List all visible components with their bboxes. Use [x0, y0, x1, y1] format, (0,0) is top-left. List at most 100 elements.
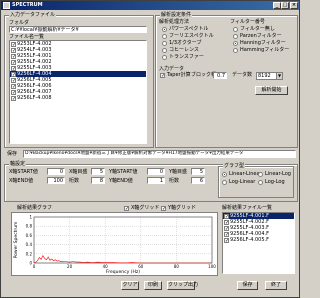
print-button[interactable]: 印刷: [144, 281, 162, 290]
y-tick-label: 0.2: [26, 251, 33, 256]
file-name: 9256LF-4.008: [17, 95, 52, 101]
x-grid-checkbox[interactable]: ✓: [124, 206, 129, 212]
y-tick-label: 0.4: [26, 242, 33, 247]
y-tick-label: 0.6: [26, 233, 33, 238]
input-file-group: 入力データファイル フォルダ C:¥¥local¥振動解析¥データ¥ ファイル名…: [4, 12, 154, 148]
method-radio[interactable]: [162, 26, 167, 32]
method-option-label: フーリエスペクトル: [169, 33, 214, 39]
file-checkbox[interactable]: ✓: [11, 53, 16, 59]
y-end-input[interactable]: 1: [147, 177, 165, 184]
method-label: 解析処理方法: [159, 19, 190, 25]
x-grid-label: X軸グリッド: [131, 205, 160, 211]
result-file-checkbox[interactable]: ✓: [224, 225, 229, 231]
y-div-input[interactable]: 5: [191, 168, 205, 175]
y-start-label: Y軸START値: [109, 169, 138, 175]
save-path-input[interactable]: D:¥Backup¥Ikeno¥docs¥地盤¥新宿三丁目¥修正版¥解析対象デー…: [23, 150, 296, 158]
x-start-input[interactable]: 0: [47, 168, 65, 175]
filter-radio[interactable]: [233, 40, 238, 46]
result-file-item[interactable]: ✓ 9256LF-4.005.F: [223, 237, 294, 243]
method-option-label: パワースペクトル: [169, 26, 209, 32]
data-count-value: 8192: [258, 73, 271, 79]
y-scale-input[interactable]: 6: [191, 177, 205, 184]
file-list-item[interactable]: ✓ 9256LF-4.008: [10, 95, 146, 101]
graph-type-radio[interactable]: [222, 179, 227, 185]
clipboard-button[interactable]: クリップ出力: [167, 281, 198, 290]
result-file-checkbox[interactable]: ✓: [224, 219, 229, 225]
result-file-list-label: 解析結果ファイル一覧: [222, 205, 273, 211]
x-end-label: X軸END値: [9, 178, 34, 184]
save-button[interactable]: 保存: [237, 281, 258, 290]
filter-radio[interactable]: [233, 26, 238, 32]
plot-area: [33, 216, 213, 264]
x-end-input[interactable]: 100: [47, 177, 65, 184]
taper-checkbox[interactable]: ✓: [160, 73, 165, 79]
result-file-list[interactable]: ✓ 9255LF-4.001.F ✓ 9255LF-4.002.F ✓ 9255LF-4.…: [222, 212, 295, 274]
graph-type-radio[interactable]: [222, 171, 227, 177]
graph-type-option-label: Log-Log: [265, 179, 285, 185]
block-width-input[interactable]: 0.7: [213, 72, 227, 79]
method-radio[interactable]: [162, 47, 167, 53]
method-option-label: トランスファー: [169, 54, 204, 60]
x-tick-label: 0: [33, 264, 36, 269]
save-path-label: 保存: [7, 151, 18, 157]
result-file-checkbox[interactable]: ✓: [224, 213, 229, 219]
axis-settings-label: 軸設定: [9, 161, 27, 167]
analysis-settings-label: 解析設定条件: [160, 12, 193, 18]
x-tick-label: 80: [174, 264, 180, 269]
data-count-select[interactable]: 8192 ▼: [256, 72, 283, 80]
x-start-label: X軸START値: [9, 169, 38, 175]
run-analysis-button[interactable]: 解析開始: [255, 86, 288, 95]
filter-radio[interactable]: [233, 47, 238, 53]
clear-button[interactable]: クリア: [121, 281, 139, 290]
method-radio[interactable]: [162, 33, 167, 39]
x-div-input[interactable]: 5: [91, 168, 105, 175]
file-checkbox[interactable]: ✓: [11, 41, 16, 47]
exit-button[interactable]: 終了: [265, 281, 287, 290]
y-div-label: Y軸目盛: [169, 169, 188, 175]
input-file-group-label: 入力データファイル: [9, 12, 57, 18]
filter-option-label: Parzenフィルター: [240, 33, 282, 39]
x-tick-label: 20: [67, 264, 73, 269]
method-option-label: 1/3オクターブ: [169, 40, 202, 46]
file-checkbox[interactable]: ✓: [11, 89, 16, 95]
maximize-button[interactable]: □: [281, 2, 289, 9]
file-checkbox[interactable]: ✓: [11, 65, 16, 71]
filter-radio[interactable]: [233, 33, 238, 39]
file-checkbox[interactable]: ✓: [11, 59, 16, 65]
graph-type-radio[interactable]: [258, 171, 263, 177]
y-tick-label: 0.8: [26, 224, 33, 229]
result-file-checkbox[interactable]: ✓: [224, 231, 229, 237]
folder-input[interactable]: C:¥¥local¥振動解析¥データ¥: [9, 26, 147, 33]
close-button[interactable]: ×: [290, 2, 298, 9]
result-file-checkbox[interactable]: ✓: [224, 237, 229, 243]
filter-option-label: Hammingフィルター: [240, 47, 290, 53]
y-grid-checkbox[interactable]: ✓: [161, 206, 166, 212]
file-checkbox[interactable]: ✓: [11, 95, 16, 101]
main-window: SPECTRUM _ □ × 入力データファイル フォルダ C:¥¥local¥…: [0, 0, 300, 298]
x-axis-label: Frequency (Hz): [106, 269, 140, 275]
x-scale-input[interactable]: 8: [91, 177, 105, 184]
app-icon: [3, 2, 10, 9]
file-checkbox[interactable]: ✓: [11, 47, 16, 53]
spectrum-chart: 0 20 40 60 80 10000.20.40.60.81Frequency (Hz)…: [13, 215, 216, 276]
graph-type-option-label: Log-Linear: [229, 179, 256, 185]
result-file-name: 9256LF-4.005.F: [230, 237, 269, 243]
method-radio[interactable]: [162, 40, 167, 46]
filter-label: フィルター番号: [230, 19, 265, 25]
method-radio[interactable]: [162, 54, 167, 60]
result-graph-label: 解析結果グラフ: [17, 205, 53, 211]
filter-option-label: Hanningフィルター: [240, 40, 286, 46]
graph-type-radio[interactable]: [258, 179, 263, 185]
minimize-button[interactable]: _: [273, 2, 281, 9]
input-file-list[interactable]: ✓ 9253LF-4.002 ✓ 9254LF-4.003 ✓ 9255LF-4.001 ✓…: [9, 40, 147, 144]
x-scale-label: 桁数: [69, 178, 80, 184]
y-axis-label: Power Spectrum: [13, 222, 19, 259]
file-checkbox[interactable]: ✓: [11, 77, 16, 83]
y-scale-label: 桁数: [169, 178, 180, 184]
y-start-input[interactable]: 0: [147, 168, 165, 175]
file-checkbox[interactable]: ✓: [11, 83, 16, 89]
y-end-label: Y軸END値: [109, 178, 133, 184]
file-checkbox[interactable]: ✓: [11, 71, 16, 77]
graph-type-option-label: Linear-Log: [265, 171, 291, 177]
x-tick-label: 40: [103, 264, 109, 269]
